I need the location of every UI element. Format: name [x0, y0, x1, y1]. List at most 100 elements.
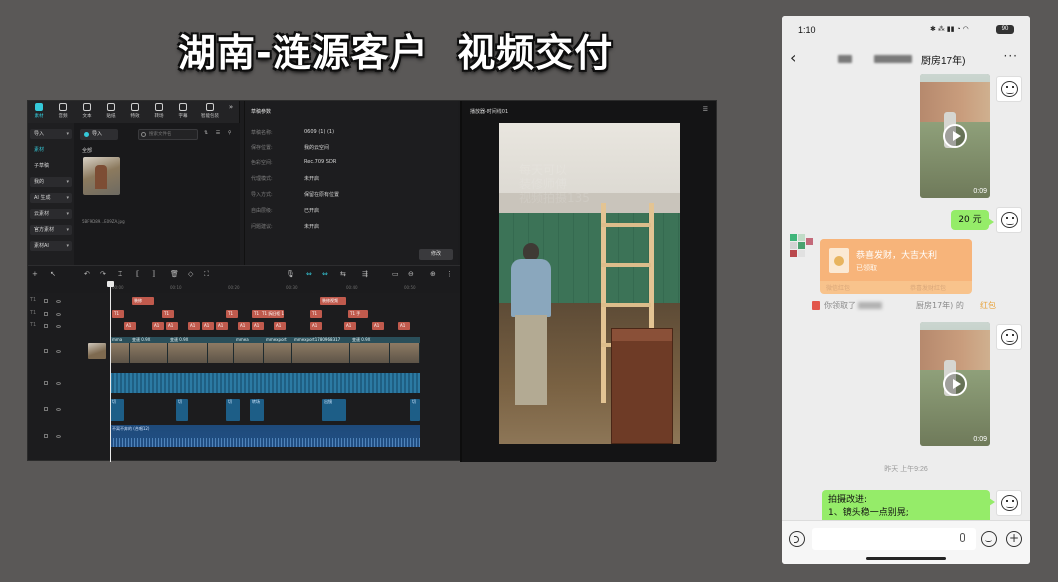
audio-clip[interactable]: 切 — [410, 399, 420, 421]
nav-item-ai-material[interactable]: 素材AI ▾ — [30, 241, 72, 251]
text-clip[interactable]: A1 — [398, 322, 410, 330]
audio-clip[interactable]: 切 — [110, 399, 124, 421]
import-button[interactable]: 导入 — [80, 129, 118, 140]
audio-clip[interactable]: 切 — [176, 399, 188, 421]
toolbar-effects[interactable]: 特效 — [124, 103, 146, 123]
text-clip[interactable]: 装修 — [132, 297, 154, 305]
eye-icon[interactable] — [56, 408, 61, 411]
timeline-playhead[interactable] — [107, 281, 114, 462]
chat-bubble-price[interactable]: 20 元 — [951, 210, 994, 230]
text-clip[interactable]: T1 — [112, 310, 124, 318]
video-message[interactable]: 0:09 — [920, 74, 990, 198]
voice-input-icon[interactable] — [789, 531, 805, 547]
marker-icon[interactable]: ◇ — [188, 270, 193, 278]
media-thumbnail[interactable] — [83, 157, 120, 195]
eye-icon[interactable] — [56, 313, 61, 316]
text-clip[interactable]: A1 — [202, 322, 214, 330]
split-right-icon[interactable]: ⟧ — [152, 270, 155, 278]
split-icon[interactable]: ⌶ — [118, 270, 122, 279]
text-clip[interactable]: A1 — [152, 322, 164, 330]
lock-icon[interactable] — [44, 324, 48, 328]
text-clip[interactable]: T1 手 — [348, 310, 368, 318]
eye-icon[interactable] — [56, 325, 61, 328]
modify-button[interactable]: 修改 — [419, 249, 453, 260]
music-track[interactable]: 不离不弃的 (合唱12) — [110, 425, 420, 447]
plus-icon[interactable]: + — [1006, 531, 1022, 547]
text-clip[interactable]: A1 — [344, 322, 356, 330]
text-clip[interactable]: T1 拆旧柜 1 — [260, 310, 284, 318]
toolbar-media[interactable]: 素材 — [28, 103, 50, 123]
lock-icon[interactable] — [44, 312, 48, 316]
back-arrow-icon[interactable]: ‹ — [790, 48, 796, 67]
audio-clip[interactable]: 转场 — [250, 399, 264, 421]
more-options-icon[interactable]: ··· — [1004, 49, 1018, 63]
eye-icon[interactable] — [56, 382, 61, 385]
nav-item-import[interactable]: 导入 ▾ — [30, 129, 72, 139]
microphone-icon[interactable]: 🎙 — [286, 270, 295, 278]
eye-icon[interactable] — [56, 350, 61, 353]
fit-icon[interactable]: ⋮ — [446, 270, 453, 278]
eye-icon[interactable] — [56, 435, 61, 438]
text-clip[interactable]: T1 — [310, 310, 322, 318]
lock-icon[interactable] — [44, 381, 48, 385]
toolbar-sticker[interactable]: 贴纸 — [100, 103, 122, 123]
crop-icon[interactable]: ⛶ — [204, 270, 209, 279]
menu-icon[interactable]: ☰ — [703, 106, 708, 113]
link-toggle-icon[interactable]: ⇔ — [306, 270, 312, 278]
emoji-icon[interactable] — [981, 531, 997, 547]
media-search-input[interactable]: 搜索文件名 — [138, 129, 198, 140]
avatar[interactable] — [996, 324, 1022, 350]
video-preview[interactable]: 每天可以 装修师傅 视频拍摄135 — [499, 123, 680, 444]
toolbar-smart-pack[interactable]: 智能包装 — [196, 103, 224, 123]
main-video-track[interactable]: mma 变速 0.9X 变速 0.9X mmea mmexport mmexpo… — [110, 337, 420, 363]
text-clip[interactable]: A1 — [124, 322, 136, 330]
nav-item-cloud[interactable]: 云素材 ▾ — [30, 209, 72, 219]
text-clip[interactable]: A1 — [238, 322, 250, 330]
timeline-ruler[interactable]: 00:00 00:10 00:20 00:30 00:40 00:50 — [28, 283, 460, 293]
play-icon[interactable] — [943, 372, 967, 396]
toolbar-transition[interactable]: 转场 — [148, 103, 170, 123]
select-tool-icon[interactable]: ↖ — [50, 270, 56, 278]
avatar[interactable] — [996, 76, 1022, 102]
redo-icon[interactable]: ↷ — [100, 270, 106, 278]
nav-item-ai[interactable]: AI 生成 ▾ — [30, 193, 72, 203]
audio-track[interactable] — [110, 373, 420, 393]
delete-icon[interactable]: 🗑 — [170, 270, 179, 278]
audio-clip[interactable]: 出镜 — [322, 399, 346, 421]
nav-item-mine[interactable]: 我的 ▾ — [30, 177, 72, 187]
main-track-cover[interactable] — [88, 343, 106, 359]
nav-item-subdraft[interactable]: 子草稿 — [30, 161, 72, 171]
text-clip[interactable]: 装修视频 — [320, 297, 346, 305]
undo-icon[interactable]: ↶ — [84, 270, 90, 278]
text-clip[interactable]: T1 — [226, 310, 238, 318]
avatar[interactable] — [996, 207, 1022, 233]
red-packet-message[interactable]: 恭喜发财，大吉大利 已领取 微信红包 恭喜发财红包 — [820, 239, 972, 294]
text-clip[interactable]: A1 — [252, 322, 264, 330]
screen-icon[interactable]: ▭ — [392, 270, 399, 278]
avatar[interactable] — [996, 490, 1022, 516]
play-icon[interactable] — [943, 124, 967, 148]
lock-icon[interactable] — [44, 299, 48, 303]
audio-clip[interactable]: 切 — [226, 399, 240, 421]
toolbar-subtitle[interactable]: 字幕 — [172, 103, 194, 123]
playhead-handle[interactable] — [107, 281, 114, 287]
preview-axis-icon[interactable]: ⇶ — [362, 270, 368, 278]
split-left-icon[interactable]: ⟦ — [136, 270, 139, 278]
sort-filter-icons[interactable]: ⇅ ☰ ⚲ — [204, 130, 235, 136]
text-clip[interactable]: T1 — [162, 310, 174, 318]
zoom-in-icon[interactable]: ⊕ — [430, 270, 436, 278]
snap-icon[interactable]: ⇆ — [340, 270, 346, 278]
toolbar-audio[interactable]: 音频 — [52, 103, 74, 123]
nav-item-official[interactable]: 官方素材 ▾ — [30, 225, 72, 235]
text-clip[interactable]: A1 — [274, 322, 286, 330]
chat-bubble-feedback[interactable]: 拍摄改进: 1、镜头稳一点别晃; — [822, 490, 995, 524]
eye-icon[interactable] — [56, 300, 61, 303]
message-input[interactable] — [812, 528, 976, 550]
red-packet-link[interactable]: 红包 — [980, 300, 996, 311]
lock-icon[interactable] — [44, 349, 48, 353]
magnet-icon[interactable]: ⇔ — [322, 270, 328, 278]
lock-icon[interactable] — [44, 407, 48, 411]
add-track-icon[interactable]: + — [32, 270, 38, 278]
nav-item-media[interactable]: 素材 — [30, 145, 72, 155]
microphone-icon[interactable] — [960, 533, 965, 542]
